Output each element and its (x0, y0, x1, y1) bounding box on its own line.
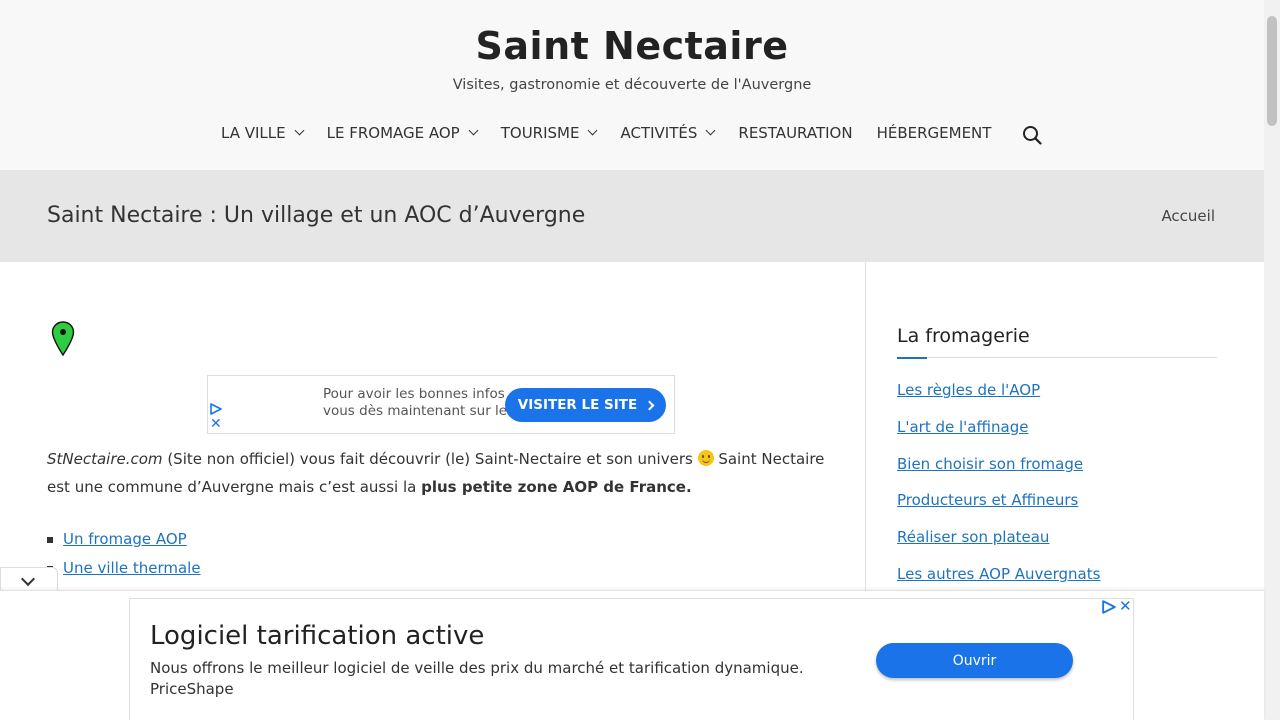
list-item: Réaliser son plateau (897, 528, 1100, 546)
chevron-right-icon (644, 400, 655, 410)
chevron-down-icon (294, 125, 305, 136)
nav-item-restauration[interactable]: RESTAURATION (738, 124, 852, 142)
anchor-ad-open-button[interactable]: Ouvrir (876, 643, 1073, 678)
list-item: L'art de l'affinage (897, 418, 1100, 436)
ad-text-line: vous dès maintenant sur le s (323, 403, 519, 419)
nav-item-tourisme[interactable]: TOURISME (500, 124, 598, 142)
sidebar-link-choisir-fromage[interactable]: Bien choisir son fromage (897, 455, 1083, 473)
site-header: Saint Nectaire Visites, gastronomie et d… (0, 0, 1264, 170)
nav-item-label: RESTAURATION (738, 124, 853, 142)
widget-divider (897, 357, 1217, 358)
nav-item-label: LA VILLE (221, 124, 286, 142)
anchor-ad-headline[interactable]: Logiciel tarification active (150, 621, 484, 651)
anchor-ad: Logiciel tarification active Nous offron… (0, 590, 1264, 720)
content-link-ville-thermale[interactable]: Une ville thermale (63, 559, 201, 577)
site-tagline: Visites, gastronomie et découverte de l'… (452, 77, 812, 93)
content-link-fromage-aop[interactable]: Un fromage AOP (63, 530, 187, 548)
chevron-down-icon (588, 125, 598, 136)
nav-item-activites[interactable]: ACTIVITÉS (620, 124, 716, 142)
search-icon[interactable] (1022, 125, 1042, 145)
page-scrollbar[interactable] (1264, 0, 1280, 720)
inline-ad-banner[interactable]: ✕ Pour avoir les bonnes infos vous dès m… (207, 375, 675, 434)
nav-item-label: ACTIVITÉS (620, 124, 698, 142)
widget-divider-accent (897, 357, 927, 359)
sidebar-link-plateau[interactable]: Réaliser son plateau (897, 528, 1049, 546)
breadcrumb-home-link[interactable]: Accueil (1161, 207, 1215, 225)
list-item: Les règles de l'AOP (897, 381, 1100, 399)
nav-item-label: LE FROMAGE AOP (326, 124, 460, 142)
chevron-down-icon (705, 125, 716, 136)
sidebar-link-affinage[interactable]: L'art de l'affinage (897, 418, 1028, 436)
adchoices-icon[interactable] (210, 403, 222, 415)
intro-bold-text: plus petite zone AOP de France. (421, 478, 692, 496)
close-icon[interactable]: ✕ (1119, 598, 1132, 614)
nav-item-label: TOURISME (500, 124, 580, 142)
nav-item-le-fromage-aop[interactable]: LE FROMAGE AOP (326, 124, 479, 142)
page-title-band: Saint Nectaire : Un village et un AOC d’… (0, 170, 1264, 262)
nav-item-la-ville[interactable]: LA VILLE (221, 124, 305, 142)
list-item: Un fromage AOP (47, 525, 201, 554)
sidebar-link-list: Les règles de l'AOP L'art de l'affinage … (897, 381, 1100, 602)
anchor-ad-description: Nous offrons le meilleur logiciel de vei… (150, 659, 804, 677)
smiley-emoji-icon (697, 450, 714, 466)
intro-paragraph: StNectaire.com (Site non officiel) vous … (47, 445, 847, 501)
list-item: Bien choisir son fromage (897, 455, 1100, 473)
ad-text-line: Pour avoir les bonnes infos (323, 386, 505, 402)
ad-visit-button[interactable]: VISITER LE SITE (505, 388, 666, 422)
main-nav: LA VILLE LE FROMAGE AOP TOURISME ACTIVIT… (221, 124, 1015, 142)
site-title[interactable]: Saint Nectaire (0, 24, 1264, 68)
sidebar-link-regles-aop[interactable]: Les règles de l'AOP (897, 381, 1040, 399)
adchoices-icon[interactable] (1102, 600, 1116, 614)
nav-item-label: HÉBERGEMENT (876, 124, 992, 142)
content-link-list: Un fromage AOP Une ville thermale (47, 525, 201, 583)
list-item: Les autres AOP Auvergnats (897, 565, 1100, 583)
site-name-italic: StNectaire.com (47, 450, 163, 468)
sidebar-link-producteurs[interactable]: Producteurs et Affineurs (897, 491, 1078, 509)
nav-item-hebergement[interactable]: HÉBERGEMENT (877, 124, 992, 142)
page-title: Saint Nectaire : Un village et un AOC d’… (47, 203, 586, 228)
ad-visit-button-label: VISITER LE SITE (517, 397, 638, 413)
list-item: Producteurs et Affineurs (897, 491, 1100, 509)
sidebar-link-autres-aop[interactable]: Les autres AOP Auvergnats (897, 565, 1100, 583)
intro-text: (Site non officiel) vous fait découvrir … (162, 450, 698, 468)
ad-text: Pour avoir les bonnes infos vous dès mai… (323, 386, 523, 420)
chevron-down-icon (20, 571, 36, 587)
anchor-ad-card[interactable]: Logiciel tarification active Nous offron… (129, 598, 1134, 720)
scrollbar-thumb[interactable] (1267, 16, 1277, 126)
widget-title: La fromagerie (897, 325, 1030, 347)
map-pin-icon (51, 321, 75, 357)
anchor-ad-advertiser: PriceShape (150, 680, 234, 698)
list-item: Une ville thermale (47, 554, 201, 583)
chevron-down-icon (468, 125, 479, 136)
ad-close-icon[interactable]: ✕ (210, 417, 222, 431)
